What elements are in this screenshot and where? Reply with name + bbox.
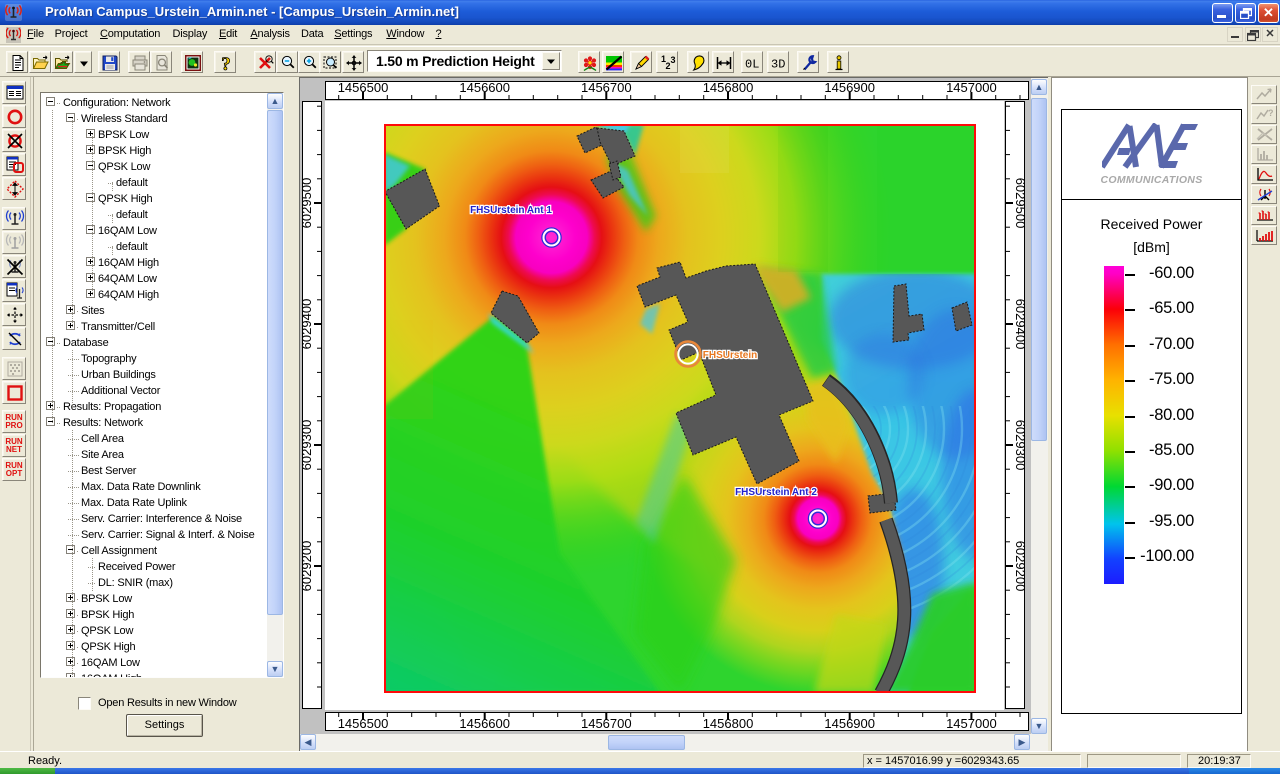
svg-text:?: ?: [1268, 108, 1274, 118]
svg-text:6029400: 6029400: [1013, 299, 1025, 350]
svg-text:6029500: 6029500: [302, 178, 314, 229]
svg-text:FHSUrstein Ant 1: FHSUrstein Ant 1: [470, 205, 552, 216]
svg-text:1456800: 1456800: [703, 716, 754, 731]
svg-text:?: ?: [221, 54, 231, 72]
svg-text:3D: 3D: [771, 58, 785, 72]
svg-text:6029200: 6029200: [302, 541, 314, 592]
svg-text:0L: 0L: [745, 58, 759, 72]
svg-text:6029300: 6029300: [302, 420, 314, 471]
svg-text:1456900: 1456900: [824, 716, 875, 731]
svg-text:6029400: 6029400: [302, 299, 314, 350]
svg-text:FHSUrstein: FHSUrstein: [703, 350, 757, 361]
svg-text:1456900: 1456900: [824, 81, 875, 95]
svg-text:1456600: 1456600: [459, 81, 510, 95]
svg-text:6029200: 6029200: [1013, 541, 1025, 592]
svg-text:1456500: 1456500: [338, 81, 389, 95]
svg-text:FHSUrstein Ant 2: FHSUrstein Ant 2: [735, 487, 817, 498]
svg-text:1456500: 1456500: [338, 716, 389, 731]
svg-text:6029500: 6029500: [1013, 178, 1025, 229]
svg-text:3: 3: [671, 55, 676, 65]
svg-text:1457000: 1457000: [946, 81, 997, 95]
svg-text:1456800: 1456800: [703, 81, 754, 95]
svg-text:1456700: 1456700: [581, 81, 632, 95]
svg-text:1456600: 1456600: [459, 716, 510, 731]
svg-text:1456700: 1456700: [581, 716, 632, 731]
svg-text:6029300: 6029300: [1013, 420, 1025, 471]
svg-text:1457000: 1457000: [946, 716, 997, 731]
